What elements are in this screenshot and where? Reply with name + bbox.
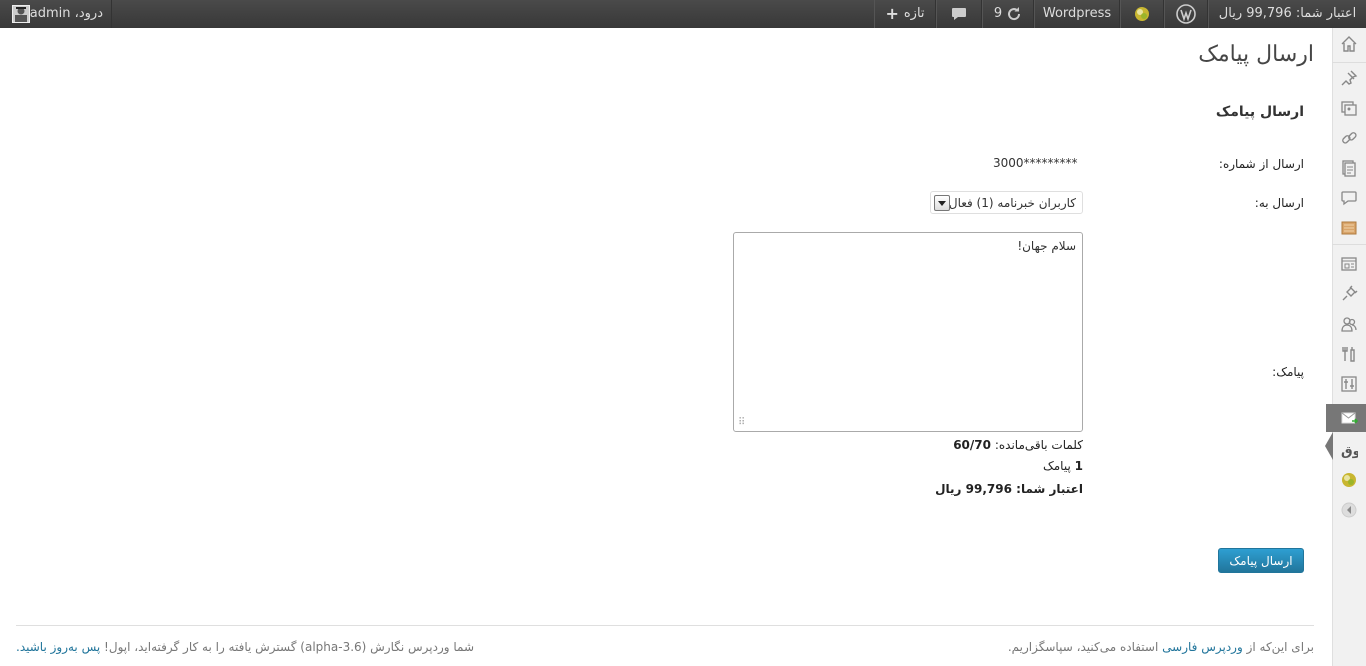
greeting-text: درود، admin bbox=[29, 6, 103, 21]
from-number-value: 3000********* bbox=[993, 156, 1078, 170]
site-name: Wordpress bbox=[1042, 6, 1112, 21]
send-sms-button[interactable]: ارسال پیامک bbox=[1218, 548, 1304, 573]
appearance-icon[interactable] bbox=[1339, 254, 1359, 274]
sms-count-num: 1 bbox=[1074, 459, 1083, 473]
posts-pin-icon[interactable] bbox=[1339, 68, 1359, 88]
credit-info: اعتبار شما: 99,796 ریال bbox=[935, 482, 1083, 496]
admin-bar: درود، admin + تازه 9 Wordpress اعتبار شم… bbox=[0, 0, 1366, 28]
remaining-label: کلمات باقی‌مانده: bbox=[994, 438, 1083, 452]
plugins-icon[interactable] bbox=[1339, 284, 1359, 304]
footer-version: شما وردپرس نگارش (alpha-3.6) گسترش یافته… bbox=[16, 640, 474, 654]
credit-menu[interactable]: اعتبار شما: 99,796 ریال bbox=[1208, 0, 1366, 28]
footer-thanks-prefix: برای این‌که از bbox=[1246, 640, 1314, 654]
main-content: ارسال پیامک ارسال پیامک ارسال از شماره: … bbox=[0, 28, 1332, 666]
svg-text:وق: وق bbox=[1341, 444, 1358, 459]
updates-count: 9 bbox=[993, 6, 1003, 21]
comment-bubble-icon bbox=[952, 8, 966, 20]
resize-grip-icon[interactable]: ⠿ bbox=[738, 417, 745, 428]
footer-divider bbox=[16, 625, 1314, 626]
credit-info-value: 99,796 bbox=[965, 482, 1012, 496]
plus-icon: + bbox=[885, 4, 899, 23]
links-icon[interactable] bbox=[1339, 128, 1359, 148]
footer-thanks: برای این‌که از وردپرس فارسی استفاده می‌ک… bbox=[1008, 640, 1314, 654]
credit-info-label: اعتبار شما: bbox=[1016, 482, 1083, 496]
updates-menu[interactable]: 9 bbox=[982, 0, 1034, 28]
site-name-menu[interactable]: Wordpress bbox=[1034, 0, 1120, 28]
sms-count: 1 پیامک bbox=[1043, 459, 1083, 473]
pages-icon[interactable] bbox=[1339, 158, 1359, 178]
settings-icon[interactable] bbox=[1339, 374, 1359, 394]
tools-icon[interactable] bbox=[1339, 344, 1359, 364]
admin-sidebar: وق bbox=[1325, 28, 1366, 666]
comments-icon[interactable] bbox=[1339, 188, 1359, 208]
page-title: ارسال پیامک bbox=[1198, 42, 1314, 67]
comments-menu[interactable] bbox=[936, 0, 982, 28]
status-ball-icon bbox=[1135, 7, 1149, 21]
status-menu[interactable] bbox=[1120, 0, 1164, 28]
footer-version-text: شما وردپرس نگارش (alpha-3.6) گسترش یافته… bbox=[104, 640, 475, 654]
send-to-label: ارسال به: bbox=[1254, 196, 1304, 210]
recipient-select-value: کاربران خبرنامه (1) فعال bbox=[948, 196, 1076, 210]
custom-plugin-icon[interactable]: وق bbox=[1339, 440, 1359, 460]
footer-thanks-suffix: استفاده می‌کنید، سپاسگزاریم. bbox=[1007, 640, 1159, 654]
wordpress-logo-icon bbox=[1176, 4, 1196, 24]
dashboard-icon[interactable] bbox=[1339, 34, 1359, 54]
recipient-select[interactable]: کاربران خبرنامه (1) فعال bbox=[930, 191, 1083, 214]
remaining-value: 60/70 bbox=[953, 438, 991, 452]
update-link[interactable]: پس به‌روز باشید. bbox=[16, 640, 100, 654]
message-textarea[interactable]: سلام جهان! ⠿ bbox=[733, 232, 1083, 432]
sms-icon[interactable] bbox=[1339, 408, 1359, 428]
sms-count-label: پیامک bbox=[1043, 459, 1071, 473]
remaining-words: کلمات باقی‌مانده: 60/70 bbox=[953, 438, 1083, 452]
status-icon[interactable] bbox=[1339, 470, 1359, 490]
refresh-icon bbox=[1008, 7, 1021, 21]
new-content-menu[interactable]: + تازه bbox=[874, 0, 936, 28]
wordpress-menu[interactable] bbox=[1164, 0, 1208, 28]
wp-farsi-link[interactable]: وردپرس فارسی bbox=[1162, 640, 1243, 654]
collapse-icon[interactable] bbox=[1339, 500, 1359, 520]
chevron-down-icon[interactable] bbox=[934, 195, 950, 211]
message-label: پیامک: bbox=[1272, 365, 1304, 379]
message-text: سلام جهان! bbox=[1017, 239, 1076, 253]
feedback-icon[interactable] bbox=[1339, 218, 1359, 238]
credit-label: اعتبار شما: 99,796 ریال bbox=[1218, 6, 1357, 21]
credit-info-unit: ریال bbox=[935, 482, 962, 496]
section-title: ارسال پیامک bbox=[1215, 104, 1304, 120]
avatar-icon[interactable] bbox=[12, 5, 30, 23]
from-number-label: ارسال از شماره: bbox=[1218, 157, 1304, 171]
users-icon[interactable] bbox=[1339, 314, 1359, 334]
media-icon[interactable] bbox=[1339, 98, 1359, 118]
new-label: تازه bbox=[903, 6, 925, 21]
